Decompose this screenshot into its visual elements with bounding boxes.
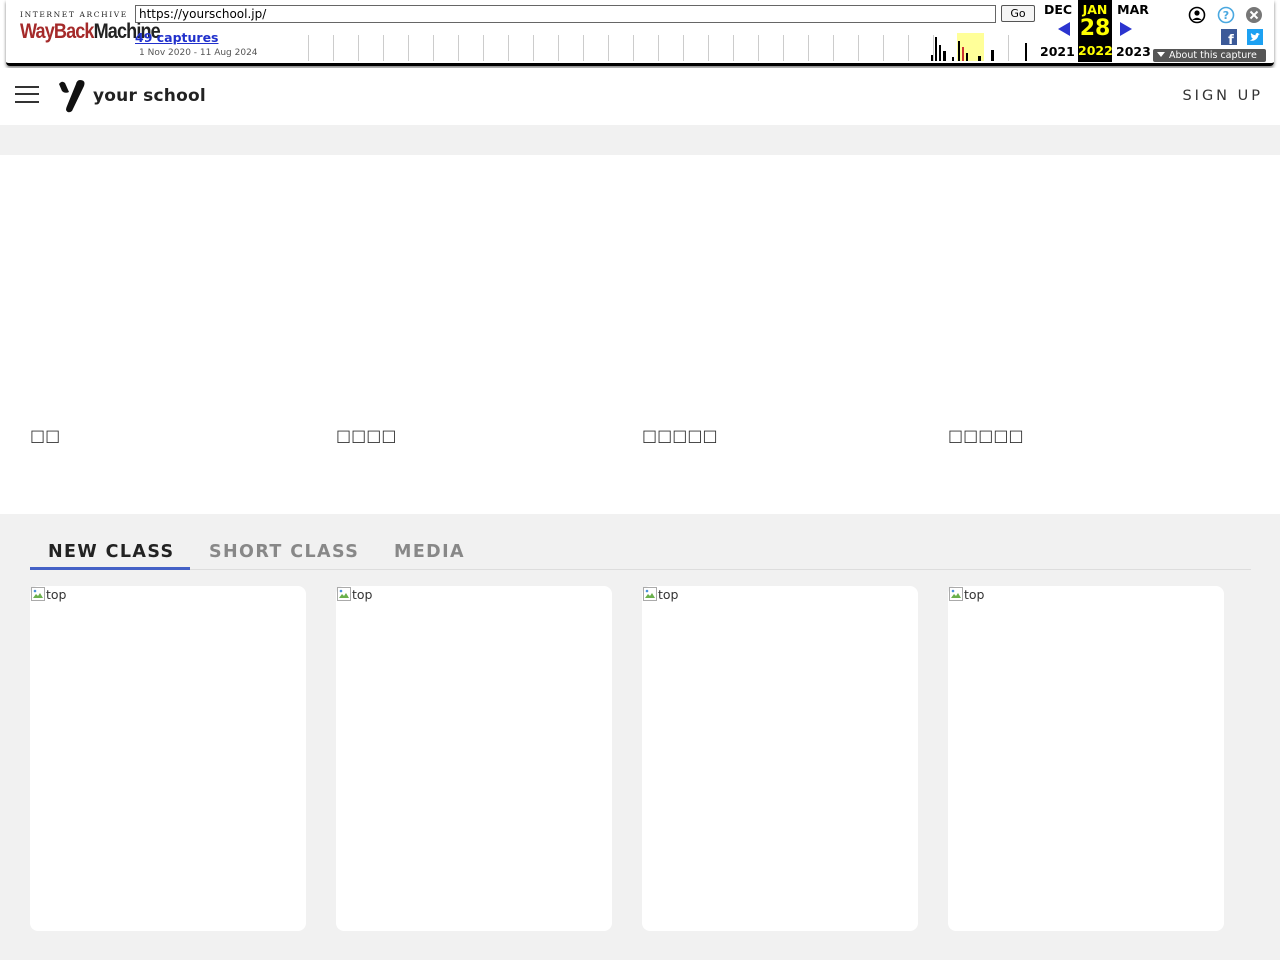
close-icon[interactable] <box>1245 6 1263 24</box>
site-logo[interactable]: your school <box>56 78 206 114</box>
card-image: top <box>30 586 66 602</box>
help-icon[interactable]: ? <box>1217 6 1235 24</box>
facebook-icon[interactable]: f <box>1221 29 1237 45</box>
class-card[interactable]: top <box>30 586 306 931</box>
card-title[interactable]: □□□□ <box>336 426 396 445</box>
wayback-captures-link[interactable]: 49 captures <box>135 30 219 45</box>
your-school-logo-icon <box>59 80 85 113</box>
card-image-alt: top <box>352 586 373 602</box>
card-image-alt: top <box>46 586 67 602</box>
class-tabs: NEW CLASS SHORT CLASS MEDIA <box>30 538 1251 570</box>
card-title[interactable]: □□□□□ <box>642 426 718 445</box>
next-year-label[interactable]: 2023 <box>1116 44 1151 59</box>
prev-year-label[interactable]: 2021 <box>1040 44 1075 59</box>
tab-short-class[interactable]: SHORT CLASS <box>209 542 359 562</box>
class-card[interactable]: top <box>948 586 1224 931</box>
twitter-icon[interactable] <box>1247 29 1263 45</box>
wayback-sparkline[interactable] <box>308 33 1034 61</box>
wayback-go-button[interactable]: Go <box>1001 5 1035 22</box>
card-image: top <box>336 586 372 602</box>
wayback-frame: INTERNET ARCHIVE WayBackMachine https://… <box>6 0 1274 66</box>
class-card[interactable]: top <box>642 586 918 931</box>
wayback-toolbar: INTERNET ARCHIVE WayBackMachine https://… <box>0 0 1280 68</box>
card-image-alt: top <box>964 586 985 602</box>
tab-media[interactable]: MEDIA <box>394 542 465 562</box>
card-title[interactable]: □□ <box>30 426 60 445</box>
svg-text:?: ? <box>1223 9 1229 22</box>
card-image: top <box>642 586 678 602</box>
current-capture-date: JAN 28 2022 <box>1078 0 1113 62</box>
prev-month-label[interactable]: DEC <box>1044 2 1072 17</box>
active-tab-underline <box>30 567 190 570</box>
wayback-logo[interactable]: INTERNET ARCHIVE WayBackMachine <box>20 10 161 50</box>
broken-image-icon <box>337 587 351 601</box>
about-capture-button[interactable]: About this capture <box>1153 49 1266 62</box>
user-icon[interactable] <box>1188 6 1206 24</box>
current-month-label: JAN <box>1082 2 1108 17</box>
class-section: NEW CLASS SHORT CLASS MEDIA top top top … <box>0 514 1280 960</box>
menu-hamburger-icon[interactable] <box>15 84 39 104</box>
site-header: your school SIGN UP <box>0 68 1280 125</box>
gray-band <box>0 125 1280 155</box>
broken-image-icon <box>949 587 963 601</box>
next-month-label[interactable]: MAR <box>1116 2 1150 17</box>
card-image: top <box>948 586 984 602</box>
broken-image-icon <box>31 587 45 601</box>
class-card[interactable]: top <box>336 586 612 931</box>
wayback-logo-top: INTERNET ARCHIVE <box>20 10 128 19</box>
broken-image-icon <box>643 587 657 601</box>
current-year-label: 2022 <box>1078 43 1113 58</box>
wayback-capture-range: 1 Nov 2020 - 11 Aug 2024 <box>139 48 258 58</box>
tab-new-class[interactable]: NEW CLASS <box>48 542 175 562</box>
sign-up-button[interactable]: SIGN UP <box>1182 88 1263 104</box>
caret-down-icon <box>1157 52 1165 57</box>
card-title[interactable]: □□□□□ <box>948 426 1024 445</box>
prev-capture-arrow-icon[interactable] <box>1058 22 1070 36</box>
hero-banner <box>0 155 1280 514</box>
about-capture-label: About this capture <box>1169 50 1257 61</box>
current-day-label: 28 <box>1079 16 1111 41</box>
next-capture-arrow-icon[interactable] <box>1120 22 1132 36</box>
card-image-alt: top <box>658 586 679 602</box>
svg-text:f: f <box>1228 33 1234 45</box>
site-logo-text: your school <box>93 86 206 106</box>
wayback-logo-main: WayBackMachine <box>20 20 161 43</box>
wayback-url-input[interactable]: https://yourschool.jp/ <box>135 5 996 23</box>
